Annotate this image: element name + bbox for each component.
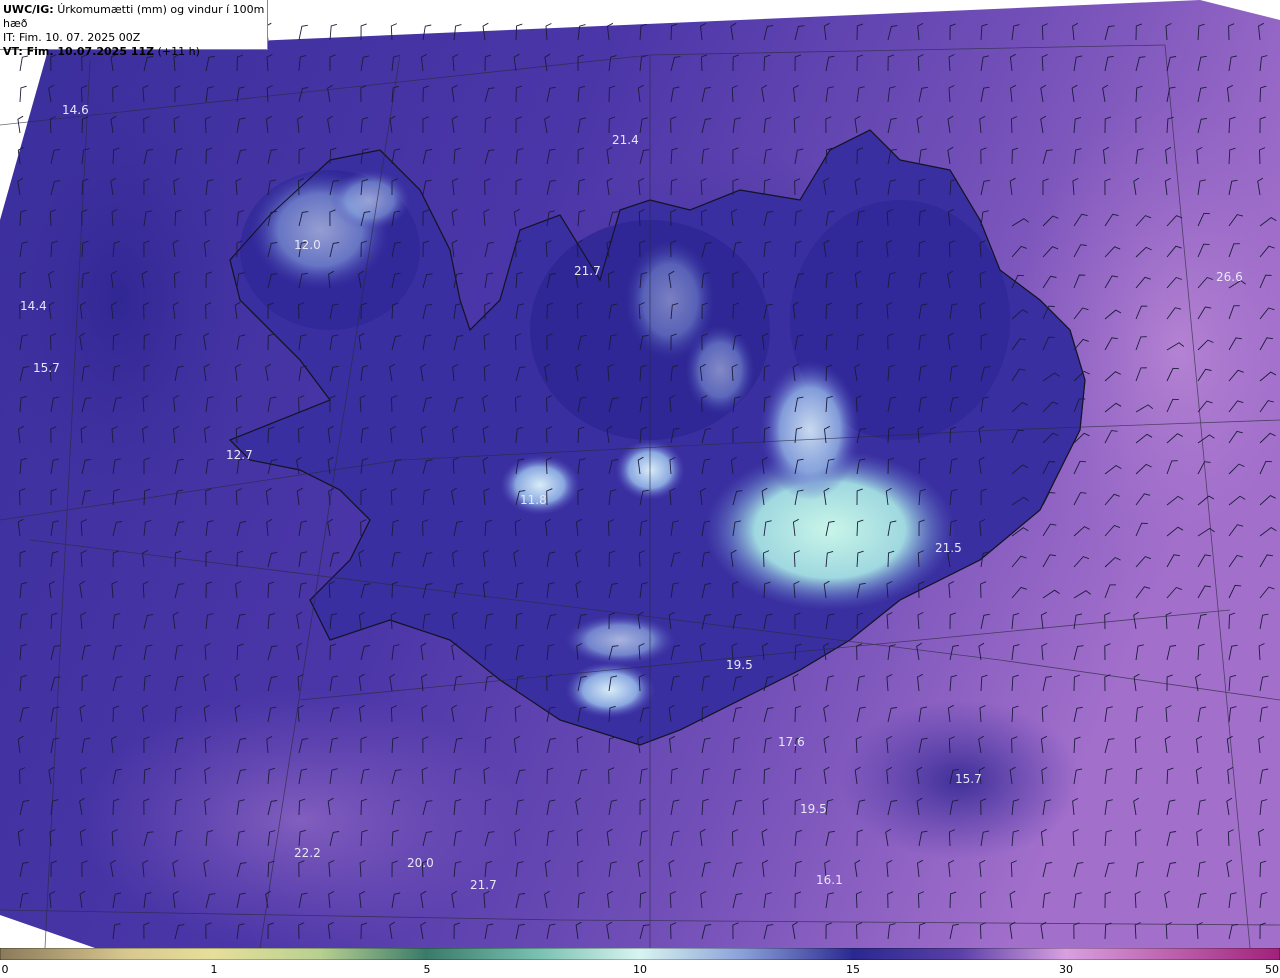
- value-label: 12.0: [294, 238, 321, 252]
- colorbar-tick: 15: [846, 963, 860, 976]
- colorbar-legend: 0 1 5 10 15 30 50: [0, 948, 1280, 978]
- title-line: UWC/IG: Úrkomumætti (mm) og vindur í 100…: [3, 3, 267, 31]
- value-label: 12.7: [226, 448, 253, 462]
- lead-time: (+11 h): [154, 45, 200, 58]
- value-label: 11.8: [520, 493, 547, 507]
- value-label: 21.7: [470, 878, 497, 892]
- value-label: 14.6: [62, 103, 89, 117]
- colorbar-tick: 10: [633, 963, 647, 976]
- value-label: 21.5: [935, 541, 962, 555]
- value-label: 17.6: [778, 735, 805, 749]
- colorbar-tick: 30: [1059, 963, 1073, 976]
- value-label: 20.0: [407, 856, 434, 870]
- value-label: 14.4: [20, 299, 47, 313]
- colorbar: [0, 948, 1280, 960]
- colorbar-tick: 5: [423, 963, 431, 976]
- valid-time: VT: Fim. 10.07.2025 11Z: [3, 45, 155, 58]
- value-label: 15.7: [955, 772, 982, 786]
- value-label: 22.2: [294, 846, 321, 860]
- colorbar-tick: 50: [1265, 963, 1279, 976]
- value-label: 19.5: [800, 802, 827, 816]
- value-label: 21.4: [612, 133, 639, 147]
- value-label: 21.7: [574, 264, 601, 278]
- value-label: 19.5: [726, 658, 753, 672]
- colorbar-tick: 0: [1, 963, 9, 976]
- product-code: UWC/IG:: [3, 3, 54, 16]
- value-label: 16.1: [816, 873, 843, 887]
- valid-time-line: VT: Fim. 10.07.2025 11Z (+11 h): [3, 45, 267, 59]
- issue-time: IT: Fim. 10. 07. 2025 00Z: [3, 31, 141, 44]
- value-label: 15.7: [33, 361, 60, 375]
- colorbar-tick: 1: [210, 963, 218, 976]
- precipitation-map: 14.6 21.4 12.0 21.7 26.6 14.4 15.7 12.7 …: [0, 0, 1280, 948]
- map-info-box: UWC/IG: Úrkomumætti (mm) og vindur í 100…: [0, 0, 268, 58]
- value-label: 26.6: [1216, 270, 1243, 284]
